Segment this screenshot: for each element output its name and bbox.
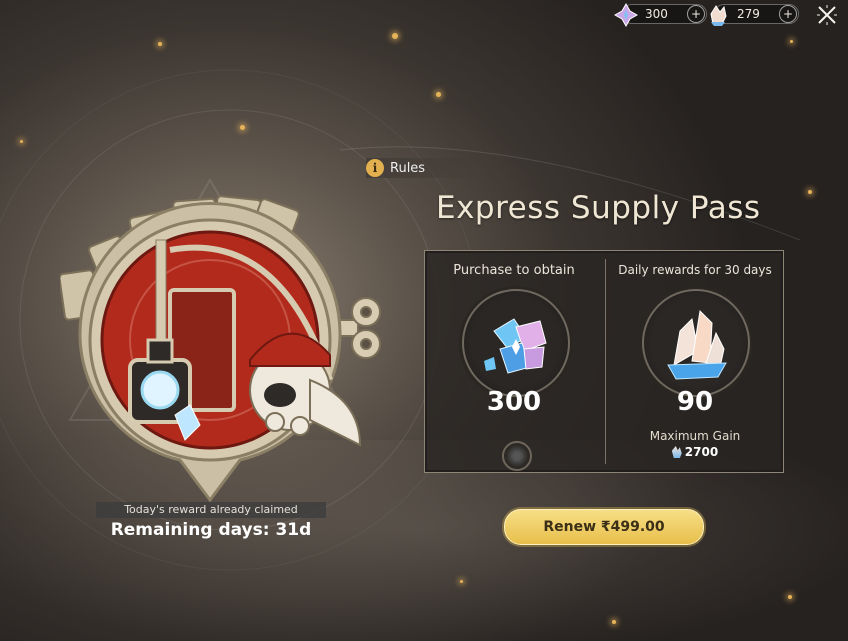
daily-heading: Daily rewards for 30 days <box>618 263 772 277</box>
light-mote <box>240 125 245 130</box>
light-mote <box>20 140 23 143</box>
oneiric-shard-value: 279 <box>737 7 760 21</box>
stellar-jade-cluster-icon <box>484 318 547 374</box>
stellar-jade-icon <box>613 2 639 28</box>
oneiric-shard-reward <box>642 289 750 397</box>
maximum-gain-number: 2700 <box>684 445 719 459</box>
close-icon[interactable] <box>816 4 838 26</box>
stellar-jade-value: 300 <box>645 7 668 21</box>
currency-pill: 279 + <box>710 4 799 26</box>
add-stellar-jade-button[interactable]: + <box>687 5 705 23</box>
light-mote <box>158 42 162 46</box>
light-mote <box>436 92 441 97</box>
add-oneiric-shard-button[interactable]: + <box>779 5 797 23</box>
stellar-jade-reward <box>462 289 570 397</box>
remaining-days-label: Remaining days: 31d <box>110 520 312 540</box>
light-mote <box>790 40 793 43</box>
maximum-gain-label: Maximum Gain <box>649 429 741 443</box>
light-mote <box>460 580 463 583</box>
panel-knob-decoration <box>502 441 532 471</box>
purchase-amount: 300 <box>486 387 542 417</box>
rewards-panel: Purchase to obtain 300 Daily rewards for… <box>424 250 784 473</box>
purchase-heading: Purchase to obtain <box>453 263 575 278</box>
light-mote <box>788 595 792 599</box>
daily-column: Daily rewards for 30 days 90 Maximum Gai… <box>606 251 784 472</box>
daily-amount: 90 <box>676 387 714 417</box>
oneiric-shard-icon <box>710 5 727 26</box>
light-mote <box>392 33 398 39</box>
oneiric-shard-cluster-icon <box>667 309 727 380</box>
oneiric-shard-small-icon <box>671 446 682 458</box>
maximum-gain-value: 2700 <box>606 445 784 459</box>
rules-label: Rules <box>390 160 426 176</box>
currency-pill: 300 + <box>613 2 707 28</box>
claimed-status-bar: Today's reward already claimed <box>96 502 326 518</box>
light-mote <box>808 190 812 194</box>
page-title: Express Supply Pass <box>436 190 761 226</box>
rules-button[interactable]: i Rules <box>366 158 486 178</box>
purchase-column: Purchase to obtain 300 <box>425 251 603 472</box>
info-icon: i <box>366 159 384 177</box>
stellar-jade-counter[interactable]: 300 + <box>613 2 707 28</box>
oneiric-shard-counter[interactable]: 279 + <box>710 4 799 26</box>
express-pass-badge <box>60 195 381 503</box>
light-mote <box>612 620 616 624</box>
renew-button[interactable]: Renew ₹499.00 <box>504 509 704 545</box>
